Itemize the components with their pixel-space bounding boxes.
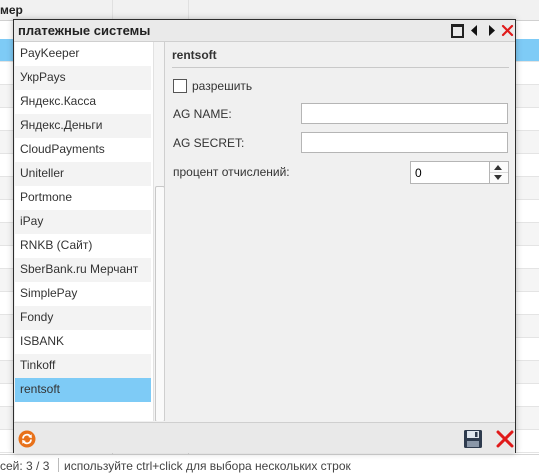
list-item-selected[interactable]: rentsoft xyxy=(15,378,151,402)
list-item[interactable]: Tinkoff xyxy=(15,354,151,378)
cancel-icon[interactable] xyxy=(495,429,515,449)
allow-label: разрешить xyxy=(192,79,253,93)
list-item-label: Uniteller xyxy=(20,166,65,180)
allow-checkbox[interactable] xyxy=(173,79,187,93)
ag-secret-label: AG SECRET: xyxy=(173,136,245,150)
detail-title: rentsoft xyxy=(172,48,217,62)
list-item[interactable]: ISBANK xyxy=(15,330,151,354)
stepper-up-icon[interactable] xyxy=(494,165,502,170)
list-item[interactable]: iPay xyxy=(15,210,151,234)
stepper-divider xyxy=(490,172,508,173)
ag-name-field[interactable] xyxy=(301,103,508,124)
list-item-label: Яндекс.Деньги xyxy=(20,118,103,132)
maximize-icon[interactable] xyxy=(451,24,464,38)
list-item[interactable]: SberBank.ru Мерчант xyxy=(15,258,151,282)
list-item[interactable]: PayKeeper xyxy=(15,42,151,66)
list-item[interactable]: УкрPays xyxy=(15,66,151,90)
arrow-left-icon[interactable] xyxy=(468,24,481,37)
record-count: сей: 3 / 3 xyxy=(0,459,50,473)
list-item-label: rentsoft xyxy=(20,382,61,396)
dialog-titlebar[interactable]: платежные системы xyxy=(14,20,515,42)
scrollbar-thumb[interactable] xyxy=(155,186,164,421)
list-item[interactable]: RNKB (Сайт) xyxy=(15,234,151,258)
list-item-label: Tinkoff xyxy=(20,358,56,372)
list-item-label: Яндекс.Касса xyxy=(20,94,97,108)
status-separator xyxy=(58,458,59,472)
stepper-down-icon[interactable] xyxy=(494,175,502,180)
list-item-label: RNKB (Сайт) xyxy=(20,238,93,252)
list-item[interactable]: Portmone xyxy=(15,186,151,210)
list-item[interactable]: CloudPayments xyxy=(15,138,151,162)
status-bar: сей: 3 / 3 используйте ctrl+click для вы… xyxy=(0,454,539,475)
detail-panel: rentsoft разрешить AG NAME: AG SECRET: п… xyxy=(166,42,515,421)
list-item-label: iPay xyxy=(20,214,44,228)
list-item-label: Fondy xyxy=(20,310,54,324)
stepper-buttons xyxy=(490,161,509,184)
list-item[interactable]: Uniteller xyxy=(15,162,151,186)
list-item[interactable]: Fondy xyxy=(15,306,151,330)
list-item[interactable]: Яндекс.Деньги xyxy=(15,114,151,138)
grid-header: мер xyxy=(0,0,539,21)
dialog-footer xyxy=(14,422,515,453)
list-item-label: SberBank.ru Мерчант xyxy=(20,262,139,276)
list-item[interactable]: SimplePay xyxy=(15,282,151,306)
percent-label: процент отчислений: xyxy=(173,165,290,179)
arrow-right-icon[interactable] xyxy=(485,24,498,37)
selection-hint: используйте ctrl+click для выбора нескол… xyxy=(64,459,351,473)
refresh-icon[interactable] xyxy=(18,430,36,448)
ag-name-label: AG NAME: xyxy=(173,107,232,121)
percent-input[interactable] xyxy=(410,161,490,184)
payment-system-list: PayKeeper УкрPays Яндекс.Касса Яндекс.Де… xyxy=(15,42,165,421)
divider xyxy=(172,67,509,68)
list-item-label: CloudPayments xyxy=(20,142,105,156)
list-item-label: ISBANK xyxy=(20,334,65,348)
ag-secret-field[interactable] xyxy=(301,132,508,153)
dialog-title: платежные системы xyxy=(18,23,151,38)
list-item-label: УкрPays xyxy=(20,70,66,84)
percent-stepper xyxy=(410,161,510,184)
list-item-label: Portmone xyxy=(20,190,73,204)
list-scrollbar[interactable] xyxy=(153,42,164,421)
close-icon[interactable] xyxy=(501,24,514,37)
grid-header-label: мер xyxy=(0,3,23,17)
list-item-label: SimplePay xyxy=(20,286,78,300)
payment-systems-dialog: платежные системы PayKeeper УкрPays Янде… xyxy=(13,19,516,453)
list-item-label: PayKeeper xyxy=(20,46,80,60)
save-icon[interactable] xyxy=(463,429,483,449)
list-item[interactable]: Яндекс.Касса xyxy=(15,90,151,114)
